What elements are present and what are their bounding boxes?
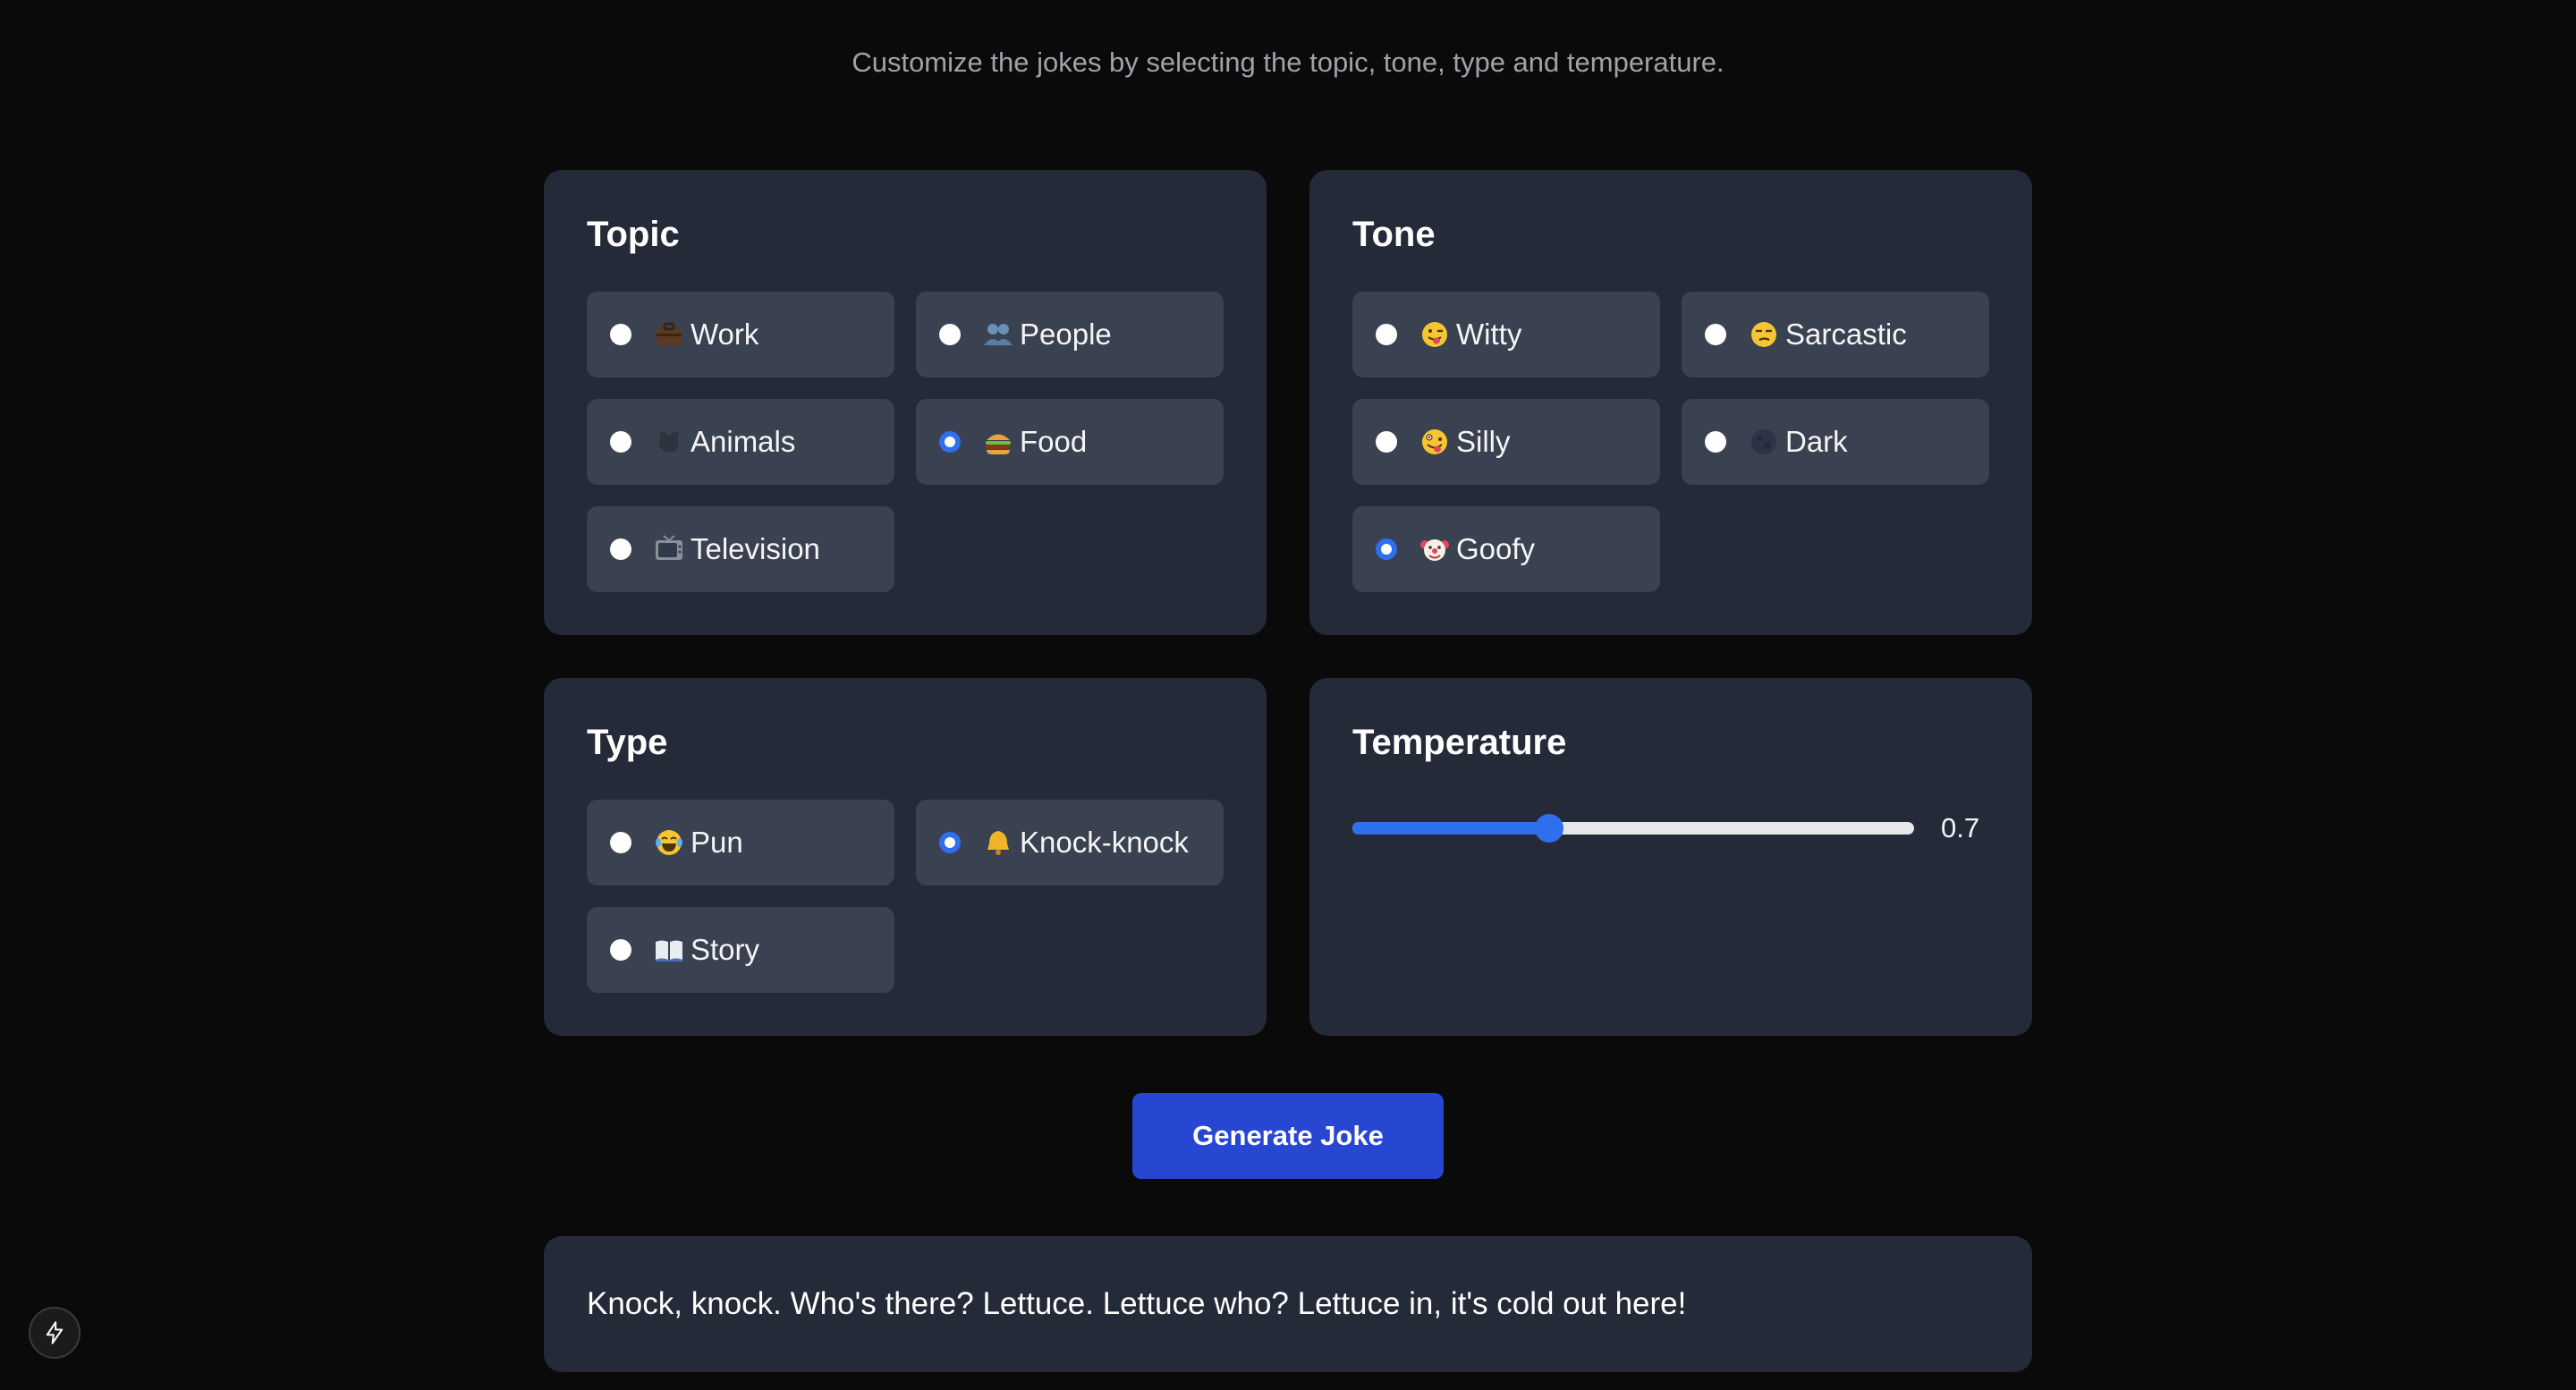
type-title: Type bbox=[587, 723, 668, 762]
tone-option-dark[interactable]: Dark bbox=[1682, 399, 1989, 485]
briefcase-icon bbox=[653, 318, 685, 351]
tone-option-witty[interactable]: Witty bbox=[1352, 292, 1660, 377]
lightning-button[interactable] bbox=[29, 1307, 80, 1359]
option-label: Pun bbox=[691, 826, 743, 859]
option-label: Knock-knock bbox=[1020, 826, 1189, 859]
option-label: Sarcastic bbox=[1785, 318, 1907, 351]
tone-option-sarcastic[interactable]: Sarcastic bbox=[1682, 292, 1989, 377]
topic-option-people[interactable]: People bbox=[916, 292, 1224, 377]
bell-icon bbox=[982, 826, 1014, 859]
open-book-icon bbox=[653, 934, 685, 966]
type-option-pun[interactable]: Pun bbox=[587, 800, 894, 886]
radio-button[interactable] bbox=[610, 324, 631, 345]
burger-icon bbox=[982, 426, 1014, 458]
topic-option-television[interactable]: Television bbox=[587, 506, 894, 592]
option-label: Animals bbox=[691, 425, 796, 458]
option-label: Witty bbox=[1456, 318, 1522, 351]
tears-of-joy-icon bbox=[653, 826, 685, 859]
generate-joke-button[interactable]: Generate Joke bbox=[1132, 1093, 1444, 1179]
topic-title: Topic bbox=[587, 215, 680, 254]
slider-fill bbox=[1352, 822, 1549, 835]
radio-button[interactable] bbox=[1705, 324, 1726, 345]
tone-panel: Tone Witty Sarcastic Silly Dark Goofy bbox=[1309, 170, 2032, 635]
topic-option-food[interactable]: Food bbox=[916, 399, 1224, 485]
radio-button[interactable] bbox=[939, 832, 961, 853]
temperature-panel: Temperature 0.7 bbox=[1309, 678, 2032, 1036]
radio-button[interactable] bbox=[1376, 538, 1397, 560]
radio-button[interactable] bbox=[610, 538, 631, 560]
type-option-story[interactable]: Story bbox=[587, 907, 894, 993]
radio-button[interactable] bbox=[1376, 324, 1397, 345]
radio-button[interactable] bbox=[610, 431, 631, 453]
option-label: Television bbox=[691, 532, 820, 565]
winking-tongue-face-icon bbox=[1419, 318, 1451, 351]
radio-button[interactable] bbox=[610, 939, 631, 961]
unamused-face-icon bbox=[1748, 318, 1780, 351]
television-icon bbox=[653, 533, 685, 565]
zany-face-icon bbox=[1419, 426, 1451, 458]
option-label: Story bbox=[691, 933, 760, 966]
option-label: Dark bbox=[1785, 425, 1848, 458]
tone-option-silly[interactable]: Silly bbox=[1352, 399, 1660, 485]
option-label: People bbox=[1020, 318, 1112, 351]
new-moon-icon bbox=[1748, 426, 1780, 458]
option-label: Silly bbox=[1456, 425, 1511, 458]
temperature-title: Temperature bbox=[1352, 723, 1567, 762]
animal-icon bbox=[653, 426, 685, 458]
option-label: Work bbox=[691, 318, 759, 351]
radio-button[interactable] bbox=[1376, 431, 1397, 453]
lightning-icon bbox=[42, 1320, 67, 1345]
joke-output: Knock, knock. Who's there? Lettuce. Lett… bbox=[544, 1236, 2032, 1372]
temperature-value: 0.7 bbox=[1941, 812, 1980, 843]
radio-button[interactable] bbox=[939, 324, 961, 345]
people-icon bbox=[982, 318, 1014, 351]
type-option-knock-knock[interactable]: Knock-knock bbox=[916, 800, 1224, 886]
topic-panel: Topic Work People Animals Food Televisio… bbox=[544, 170, 1267, 635]
type-panel: Type Pun Knock-knock Story bbox=[544, 678, 1267, 1036]
option-label: Food bbox=[1020, 425, 1088, 458]
radio-button[interactable] bbox=[1705, 431, 1726, 453]
radio-button[interactable] bbox=[610, 832, 631, 853]
clown-face-icon bbox=[1419, 533, 1451, 565]
topic-option-work[interactable]: Work bbox=[587, 292, 894, 377]
temperature-slider[interactable] bbox=[1352, 812, 1914, 844]
radio-button[interactable] bbox=[939, 431, 961, 453]
tone-option-goofy[interactable]: Goofy bbox=[1352, 506, 1660, 592]
subtitle: Customize the jokes by selecting the top… bbox=[852, 47, 1724, 78]
topic-option-animals[interactable]: Animals bbox=[587, 399, 894, 485]
joke-text: Knock, knock. Who's there? Lettuce. Lett… bbox=[587, 1286, 1687, 1321]
tone-title: Tone bbox=[1352, 215, 1436, 254]
slider-thumb[interactable] bbox=[1535, 814, 1563, 843]
option-label: Goofy bbox=[1456, 532, 1536, 565]
